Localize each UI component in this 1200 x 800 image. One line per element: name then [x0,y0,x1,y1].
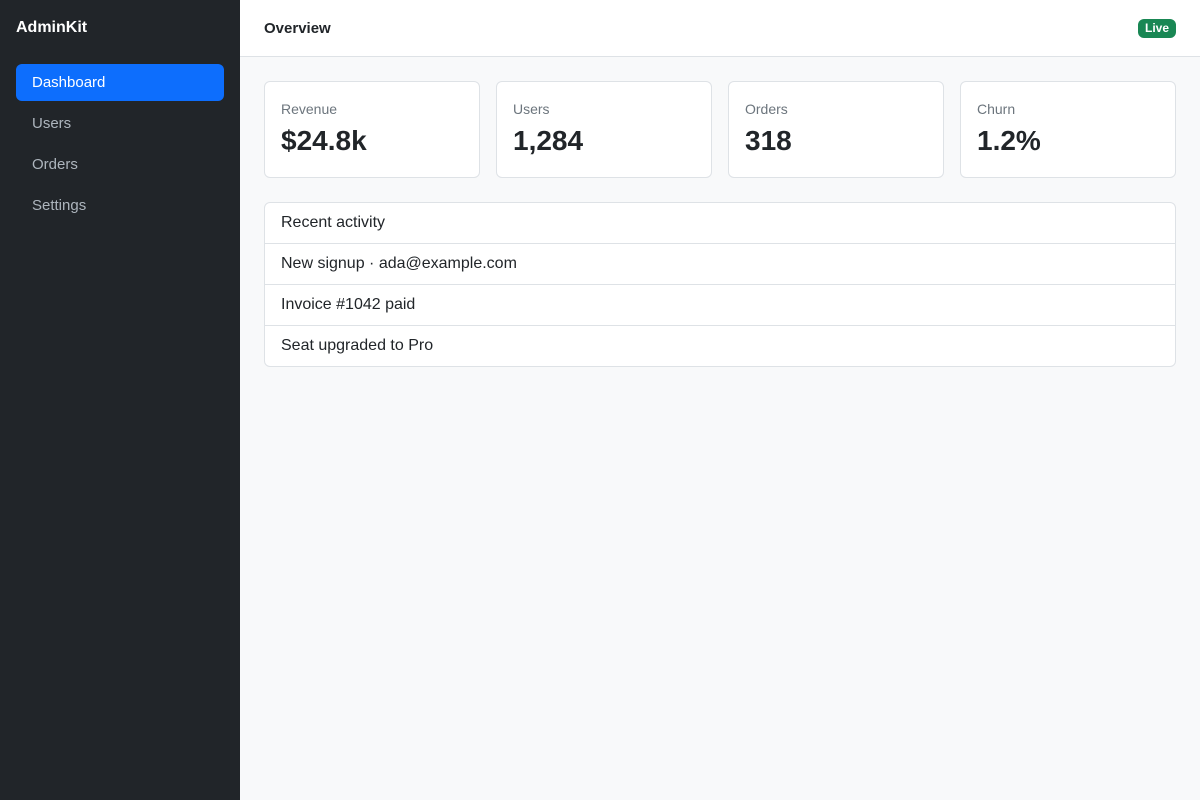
sidebar-nav: Dashboard Users Orders Settings [16,64,224,224]
stat-value: 1.2% [977,125,1041,156]
stat-value: $24.8k [281,125,367,156]
list-item[interactable]: New signup · ada@example.com [265,244,1175,285]
stats-row: Revenue $24.8k Users 1,284 Orders 318 Ch… [264,81,1176,178]
list-item[interactable]: Seat upgraded to Pro [265,326,1175,366]
stat-label: Revenue [281,101,338,117]
stat-value: 318 [745,125,792,156]
main-area: Overview Live Revenue $24.8k Users 1,284… [240,0,1200,800]
sidebar-item-dashboard[interactable]: Dashboard [16,64,224,101]
stat-label: Churn [977,101,1016,117]
status-badge: Live [1137,18,1176,38]
recent-activity-panel: Recent activity New signup · ada@example… [264,202,1176,367]
stat-card-users: Users 1,284 [496,81,712,178]
page-title: Overview [264,19,331,37]
top-header: Overview Live [240,0,1200,57]
brand-logo[interactable]: AdminKit [16,16,224,40]
list-item[interactable]: Invoice #1042 paid [265,285,1175,326]
stat-value: 1,284 [513,125,584,156]
stat-card-churn: Churn 1.2% [960,81,1176,178]
sidebar: AdminKit Dashboard Users Orders Settings [0,0,240,800]
stat-card-revenue: Revenue $24.8k [264,81,480,178]
sidebar-item-orders[interactable]: Orders [16,146,224,183]
activity-title: Recent activity [265,203,1175,244]
stat-label: Orders [745,101,788,117]
content: Revenue $24.8k Users 1,284 Orders 318 Ch… [240,57,1200,391]
stat-card-orders: Orders 318 [728,81,944,178]
sidebar-item-settings[interactable]: Settings [16,187,224,224]
stat-label: Users [513,101,550,117]
sidebar-item-users[interactable]: Users [16,105,224,142]
